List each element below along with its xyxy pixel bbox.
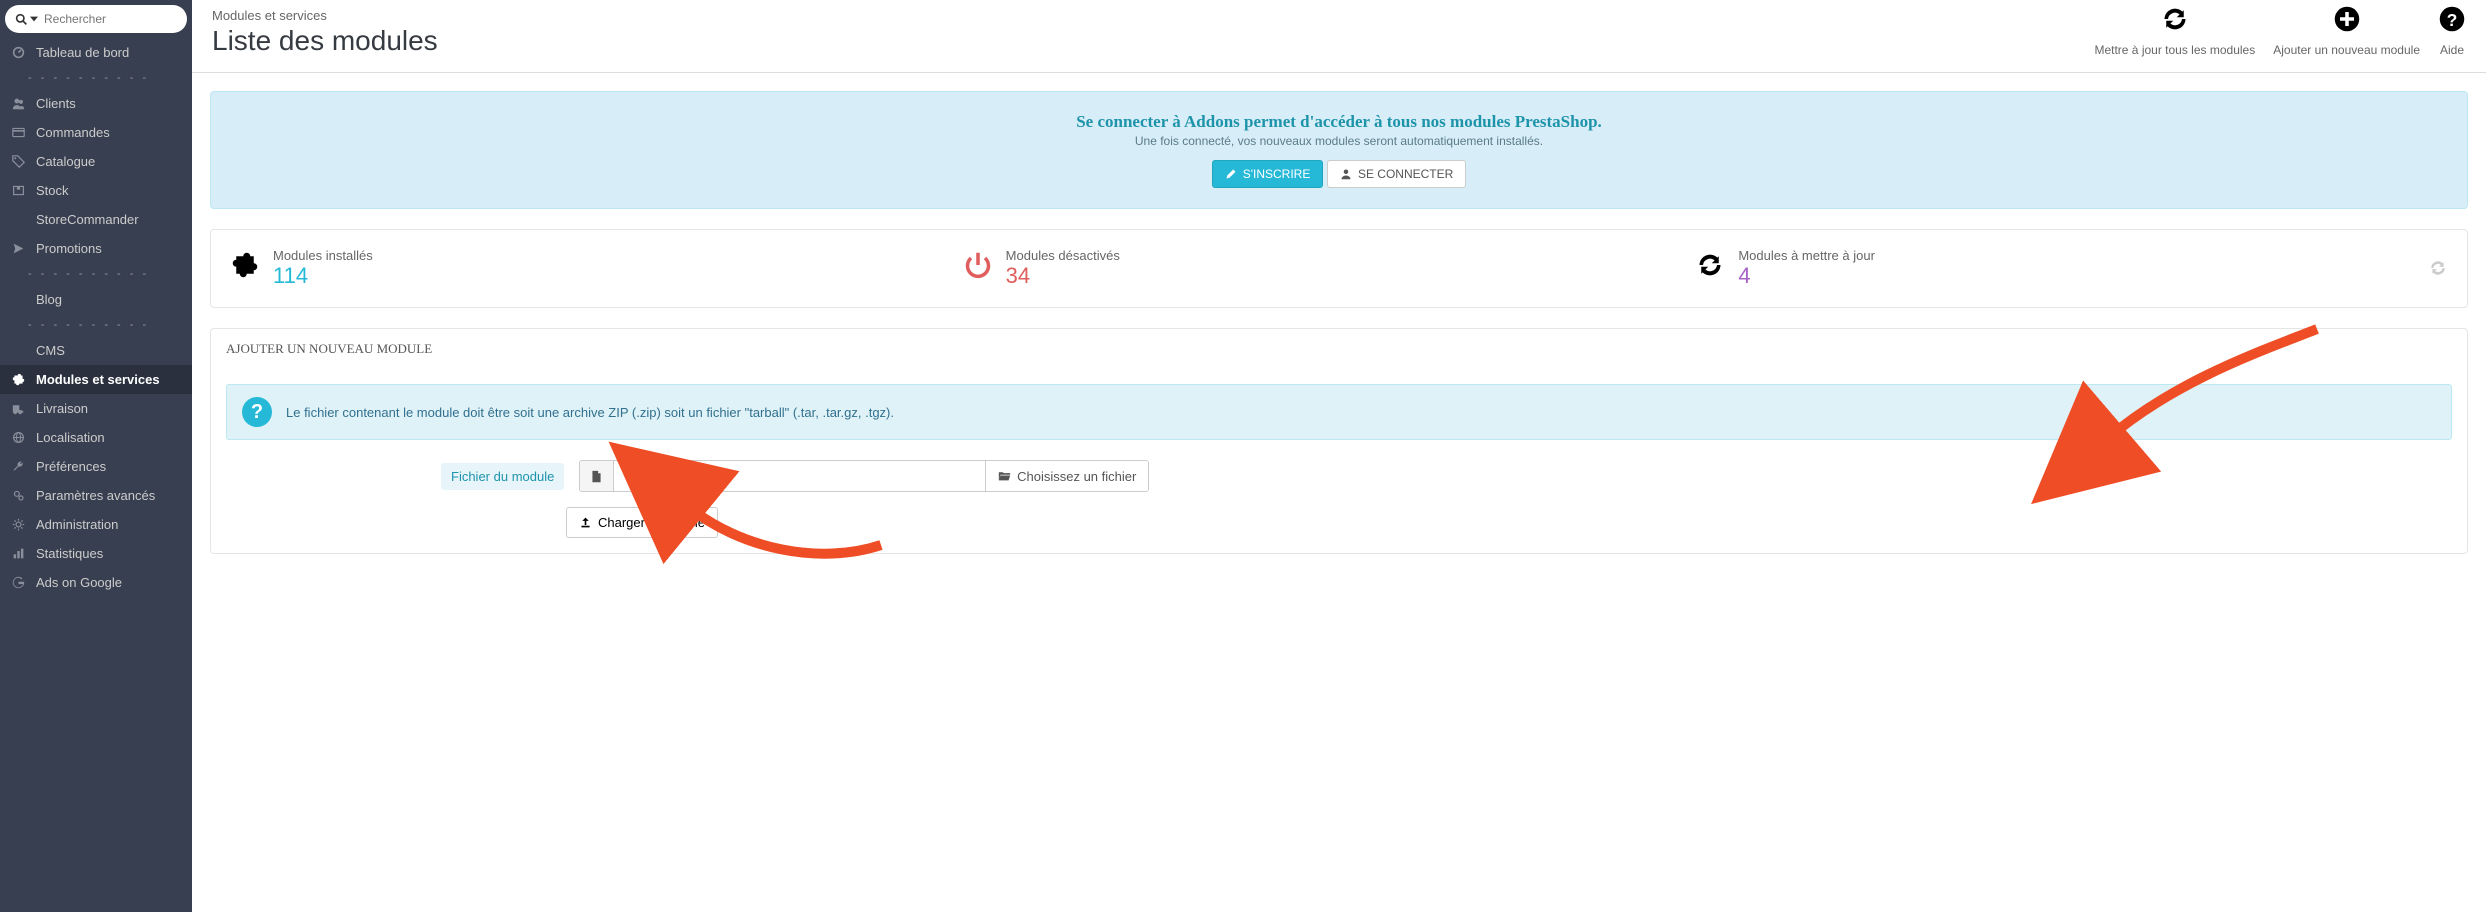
stock-icon: [10, 183, 26, 198]
breadcrumb: Modules et services: [212, 8, 438, 23]
sidebar-item-cms[interactable]: CMS: [0, 336, 192, 365]
gears-icon: [10, 488, 26, 503]
sidebar-item-stock[interactable]: Stock: [0, 176, 192, 205]
panel-title: AJOUTER UN NOUVEAU MODULE: [211, 329, 2467, 369]
help-button[interactable]: Aide: [2438, 5, 2466, 57]
upload-icon: [579, 515, 592, 530]
nav-separator: - - - - - - - - - -: [0, 314, 192, 336]
sidebar-item-stats[interactable]: Statistiques: [0, 539, 192, 568]
sidebar-item-localisation[interactable]: Localisation: [0, 423, 192, 452]
card-icon: [10, 125, 26, 140]
refresh-icon: [1696, 251, 1724, 286]
page-title: Liste des modules: [212, 25, 438, 57]
promo-icon: [10, 241, 26, 256]
file-path-display: [614, 461, 985, 491]
login-button[interactable]: SE CONNECTER: [1327, 160, 1466, 188]
sidebar-item-dashboard[interactable]: Tableau de bord: [0, 38, 192, 67]
search-box[interactable]: [5, 5, 187, 33]
add-module-button[interactable]: Ajouter un nouveau module: [2273, 5, 2420, 57]
users-icon: [10, 96, 26, 111]
cog-icon: [10, 517, 26, 532]
sidebar-item-preferences[interactable]: Préférences: [0, 452, 192, 481]
sidebar: Tableau de bord - - - - - - - - - - Clie…: [0, 0, 192, 912]
folder-open-icon: [998, 469, 1011, 484]
sidebar-item-administration[interactable]: Administration: [0, 510, 192, 539]
stats-icon: [10, 546, 26, 561]
wrench-icon: [10, 459, 26, 474]
refresh-stats-button[interactable]: [2429, 258, 2447, 279]
refresh-icon: [2094, 5, 2255, 40]
pencil-icon: [1225, 167, 1237, 181]
google-icon: [10, 575, 26, 590]
sidebar-item-promotions[interactable]: Promotions: [0, 234, 192, 263]
stat-installed: Modules installés 114: [231, 248, 964, 289]
sidebar-item-orders[interactable]: Commandes: [0, 118, 192, 147]
info-icon: ?: [242, 397, 272, 427]
addons-banner: Se connecter à Addons permet d'accéder à…: [210, 91, 2468, 209]
puzzle-icon: [231, 251, 259, 286]
signup-button[interactable]: S'INSCRIRE: [1212, 160, 1324, 188]
update-all-button[interactable]: Mettre à jour tous les modules: [2094, 5, 2255, 57]
plus-icon: [2273, 5, 2420, 40]
main: Modules et services Liste des modules Me…: [192, 0, 2486, 912]
toolbar: Mettre à jour tous les modules Ajouter u…: [2094, 5, 2466, 57]
stats-panel: Modules installés 114 Modules désactivés…: [210, 229, 2468, 308]
upload-panel: AJOUTER UN NOUVEAU MODULE ? Le fichier c…: [210, 328, 2468, 554]
sidebar-item-shipping[interactable]: Livraison: [0, 394, 192, 423]
sidebar-item-clients[interactable]: Clients: [0, 89, 192, 118]
upload-module-button[interactable]: Charger le module: [566, 507, 718, 538]
stat-disabled: Modules désactivés 34: [964, 248, 1697, 289]
info-alert: ? Le fichier contenant le module doit êt…: [226, 384, 2452, 440]
sidebar-item-ads[interactable]: Ads on Google: [0, 568, 192, 597]
dashboard-icon: [10, 45, 26, 60]
truck-icon: [10, 401, 26, 416]
file-label: Fichier du module: [441, 463, 564, 490]
sidebar-item-storecommander[interactable]: StoreCommander: [0, 205, 192, 234]
file-icon: [580, 461, 614, 491]
nav-list: Tableau de bord - - - - - - - - - - Clie…: [0, 38, 192, 597]
search-input[interactable]: [38, 12, 199, 26]
nav-separator: - - - - - - - - - -: [0, 263, 192, 285]
user-icon: [1340, 167, 1352, 181]
globe-icon: [10, 430, 26, 445]
sidebar-item-blog[interactable]: Blog: [0, 285, 192, 314]
puzzle-icon: [10, 372, 26, 387]
sidebar-item-catalog[interactable]: Catalogue: [0, 147, 192, 176]
sidebar-item-advanced[interactable]: Paramètres avancés: [0, 481, 192, 510]
stat-toupdate: Modules à mettre à jour 4: [1696, 248, 2429, 289]
header: Modules et services Liste des modules Me…: [192, 0, 2486, 73]
tag-icon: [10, 154, 26, 169]
nav-separator: - - - - - - - - - -: [0, 67, 192, 89]
file-input-group: Choisissez un fichier: [579, 460, 1149, 492]
sidebar-item-modules[interactable]: Modules et services: [0, 365, 192, 394]
help-icon: [2438, 5, 2466, 40]
choose-file-button[interactable]: Choisissez un fichier: [985, 461, 1148, 491]
power-icon: [964, 251, 992, 286]
addons-subtitle: Une fois connecté, vos nouveaux modules …: [231, 134, 2447, 148]
addons-title: Se connecter à Addons permet d'accéder à…: [231, 112, 2447, 132]
search-icon: [15, 13, 38, 26]
